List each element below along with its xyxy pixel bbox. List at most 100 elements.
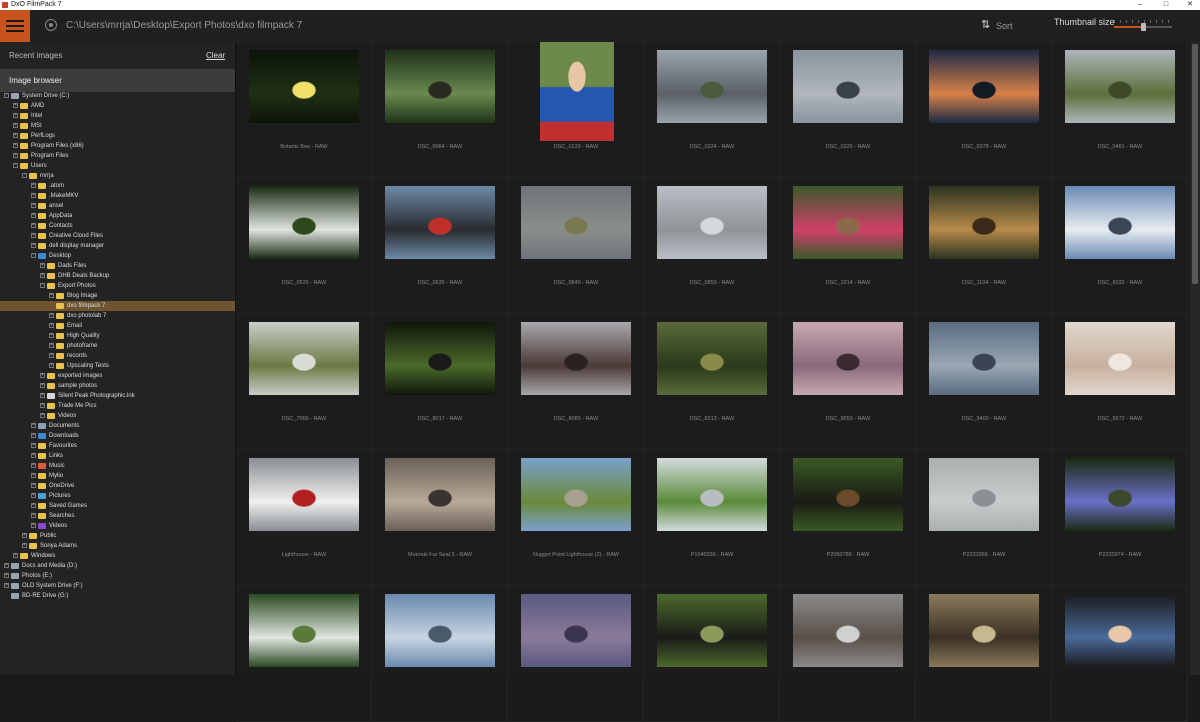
tree-item[interactable]: + sample photos — [0, 381, 235, 391]
thumbnail-cell[interactable]: DSC_8080 - RAW — [508, 314, 644, 450]
thumbnail-image[interactable] — [521, 186, 631, 259]
tree-item[interactable]: + .MakeMKV — [0, 191, 235, 201]
expand-icon[interactable]: + — [31, 523, 36, 528]
thumbnail-cell[interactable]: Botanic Bee - RAW — [236, 42, 372, 178]
image-browser-header[interactable]: Image browser — [0, 69, 235, 92]
thumbnail-image[interactable] — [385, 186, 495, 259]
slider-handle[interactable] — [1141, 23, 1146, 31]
sort-icon[interactable]: ⇅ — [981, 18, 990, 31]
back-icon[interactable] — [45, 19, 57, 31]
thumbnail-image[interactable] — [657, 186, 767, 259]
expand-icon[interactable]: + — [13, 153, 18, 158]
expand-icon[interactable]: + — [31, 513, 36, 518]
thumbnail-image[interactable] — [385, 594, 495, 667]
expand-icon[interactable]: + — [49, 333, 54, 338]
expand-icon[interactable]: + — [13, 113, 18, 118]
thumbnail-cell[interactable]: DSC_0326 - RAW — [780, 42, 916, 178]
tree-item[interactable]: + Trade Me Pics — [0, 401, 235, 411]
thumbnail-cell[interactable]: DSC_1014 - RAW — [780, 178, 916, 314]
collapse-icon[interactable]: - — [4, 93, 9, 98]
thumbnail-image[interactable] — [657, 594, 767, 667]
tree-item[interactable]: - Export Photos — [0, 281, 235, 291]
expand-icon[interactable]: + — [13, 553, 18, 558]
expand-icon[interactable]: + — [31, 483, 36, 488]
thumbnail-image[interactable] — [793, 50, 903, 123]
tree-item[interactable]: + Docs and Media (D:) — [0, 561, 235, 571]
thumbnail-image[interactable] — [793, 458, 903, 531]
thumbnail-image[interactable] — [249, 186, 359, 259]
thumbnail-cell[interactable]: DSC_0525 - RAW — [236, 178, 372, 314]
thumbnail-cell[interactable]: Nugget Point Lighthouse (2) - RAW — [508, 450, 644, 586]
thumbnail-cell[interactable]: P2050786 - RAW — [780, 450, 916, 586]
thumbnail-image[interactable] — [1065, 186, 1175, 259]
tree-item[interactable]: + DHB Deals Backup — [0, 271, 235, 281]
expand-icon[interactable]: + — [31, 473, 36, 478]
thumbnail-image[interactable] — [249, 50, 359, 123]
expand-icon[interactable]: + — [13, 143, 18, 148]
thumbnail-image[interactable] — [929, 458, 1039, 531]
tree-item[interactable]: + PerfLogs — [0, 131, 235, 141]
expand-icon[interactable]: + — [31, 233, 36, 238]
thumbnail-cell[interactable]: DSC_6032 - RAW — [1052, 178, 1188, 314]
tree-item[interactable]: + Creative Cloud Files — [0, 231, 235, 241]
tree-item[interactable]: + Saved Games — [0, 501, 235, 511]
thumbnail-image[interactable] — [793, 322, 903, 395]
tree-item[interactable]: + Favourites — [0, 441, 235, 451]
tree-item[interactable]: + records — [0, 351, 235, 361]
thumbnail-image[interactable] — [793, 594, 903, 667]
hamburger-menu-button[interactable] — [0, 10, 30, 42]
thumbnail-cell[interactable]: Lighthouse - RAW — [236, 450, 372, 586]
tree-item[interactable]: + Videos — [0, 411, 235, 421]
tree-item[interactable]: + dell display manager — [0, 241, 235, 251]
expand-icon[interactable]: + — [31, 453, 36, 458]
clear-recent-link[interactable]: Clear — [206, 51, 225, 60]
thumbnail-cell[interactable]: DSC_0133 - RAW — [508, 42, 644, 178]
scrollbar-thumb[interactable] — [1192, 44, 1198, 284]
thumbnail-image[interactable] — [929, 322, 1039, 395]
expand-icon[interactable]: + — [31, 433, 36, 438]
tree-item[interactable]: + AMD — [0, 101, 235, 111]
thumbnail-image[interactable] — [1065, 594, 1175, 667]
expand-icon[interactable]: + — [4, 563, 9, 568]
thumbnail-cell[interactable]: DSC_7066 - RAW — [236, 314, 372, 450]
thumbnail-cell[interactable]: DSC_9400 - RAW — [916, 314, 1052, 450]
expand-icon[interactable]: + — [40, 403, 45, 408]
tree-item[interactable]: + High Quality — [0, 331, 235, 341]
close-button[interactable]: ✕ — [1180, 0, 1200, 10]
tree-item[interactable]: + MSI — [0, 121, 235, 131]
tree-item[interactable]: + Links — [0, 451, 235, 461]
thumbnail-cell[interactable]: DSC_9672 - RAW — [1052, 314, 1188, 450]
tree-item[interactable]: + Contacts — [0, 221, 235, 231]
tree-item[interactable]: + Mylio — [0, 471, 235, 481]
thumbnail-cell[interactable]: DSC_0378 - RAW — [916, 42, 1052, 178]
thumbnail-cell[interactable]: DSC_9050 - RAW — [780, 314, 916, 450]
thumbnail-image[interactable] — [249, 594, 359, 667]
expand-icon[interactable]: + — [40, 413, 45, 418]
expand-icon[interactable]: + — [13, 123, 18, 128]
tree-item[interactable]: + Program Files (x86) — [0, 141, 235, 151]
thumbnail-cell[interactable] — [236, 586, 372, 722]
tree-item[interactable]: + ansel — [0, 201, 235, 211]
tree-item[interactable]: + Program Files — [0, 151, 235, 161]
thumbnail-image[interactable] — [540, 42, 614, 141]
thumbnail-cell[interactable]: DSC_0635 - RAW — [372, 178, 508, 314]
expand-icon[interactable]: + — [22, 533, 27, 538]
expand-icon[interactable]: + — [13, 133, 18, 138]
thumbnail-image[interactable] — [521, 458, 631, 531]
expand-icon[interactable]: + — [40, 373, 45, 378]
tree-item[interactable]: + Searches — [0, 511, 235, 521]
thumbnail-image[interactable] — [929, 50, 1039, 123]
tree-item[interactable]: + .atom — [0, 181, 235, 191]
collapse-icon[interactable]: - — [22, 173, 27, 178]
thumbnail-image[interactable] — [249, 458, 359, 531]
expand-icon[interactable]: + — [31, 223, 36, 228]
tree-item[interactable]: + Intel — [0, 111, 235, 121]
thumbnail-cell[interactable]: DSC_0064 - RAW — [372, 42, 508, 178]
thumbnail-cell[interactable]: DSC_0324 - RAW — [644, 42, 780, 178]
tree-item[interactable]: + Silent Peak Photographic.lnk — [0, 391, 235, 401]
tree-item[interactable]: dxo filmpack 7 — [0, 301, 235, 311]
thumbnail-cell[interactable] — [780, 586, 916, 722]
expand-icon[interactable]: + — [49, 363, 54, 368]
tree-item[interactable]: - Users — [0, 161, 235, 171]
thumbnail-image[interactable] — [657, 322, 767, 395]
